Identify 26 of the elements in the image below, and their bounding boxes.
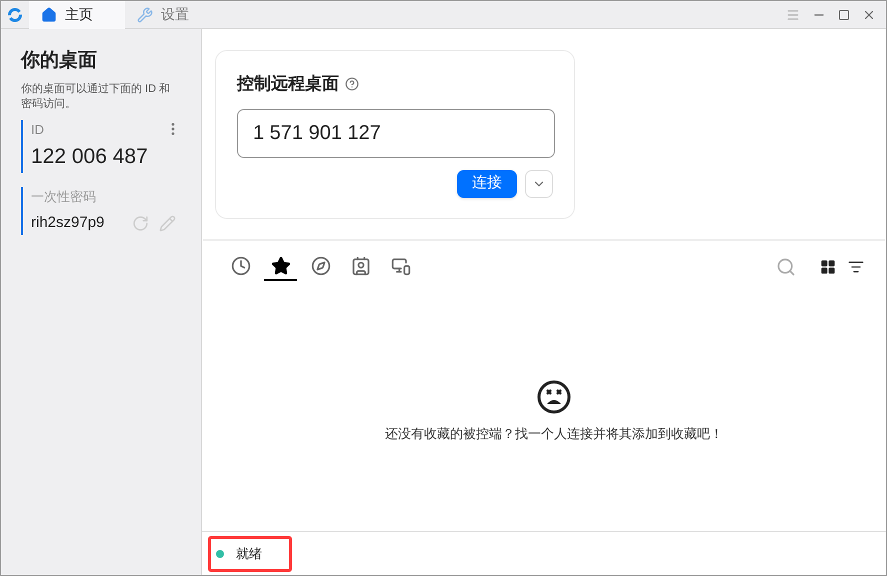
wrench-icon [137,6,153,22]
id-input-field[interactable]: 1 571 901 127 [237,108,555,158]
app-logo-icon [7,6,23,22]
compass-icon [310,256,330,276]
star-icon [270,256,290,276]
maximize-icon[interactable] [838,8,850,20]
connect-button[interactable]: 连接 [457,170,517,198]
password-value: rih2sz97p9 [31,213,104,233]
status-text: 就绪 [236,544,262,563]
help-icon[interactable] [345,76,359,91]
home-icon [41,6,57,22]
window-tab[interactable]: 主页 [29,1,125,28]
clock-icon [230,256,250,276]
sad-face-icon [537,380,571,414]
contact-icon [350,256,370,276]
id-value: 122 006 487 [31,144,149,170]
sidebar-title: 你的桌面 [21,48,98,73]
devices-icon [390,256,410,276]
sort-icon[interactable] [848,258,864,274]
password-label: 一次性密码 [31,188,97,206]
empty-message: 还没有收藏的被控端？找一个人连接并将其添加到收藏吧！ [385,425,723,443]
grid-view-icon[interactable] [820,258,836,274]
window-tab[interactable]: 设置 [125,1,221,28]
id-label: ID [31,120,44,138]
remote-title: 控制远程桌面 [237,73,339,95]
sidebar-description: 你的桌面可以通过下面的 ID 和密码访问。 [21,82,172,112]
